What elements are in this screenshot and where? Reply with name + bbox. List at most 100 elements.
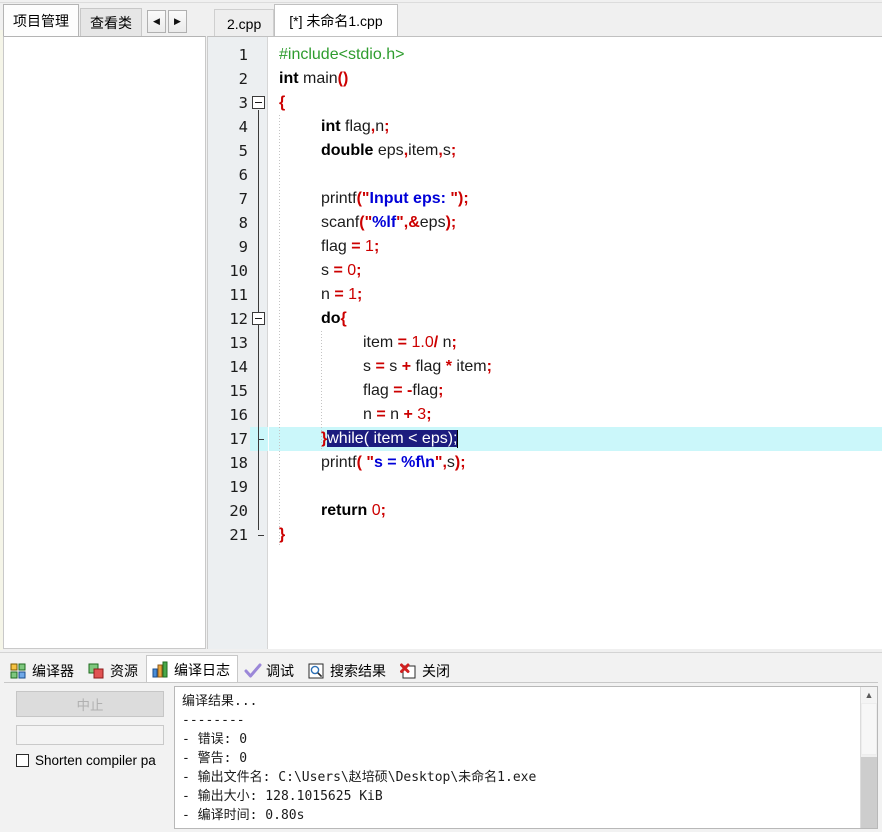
tab-nav-next-button[interactable]: ▶ [168,10,187,33]
line-number: 4 [238,118,248,136]
editor-tab-2cpp-label: 2.cpp [227,15,262,32]
code-line[interactable]: scanf("%lf",&eps); [321,211,456,235]
code-line[interactable]: int flag,n; [321,115,389,139]
bottom-tab-search-results[interactable]: 搜索结果 [302,658,394,683]
line-number: 19 [229,478,248,496]
bottom-tab-label: 关闭 [422,663,450,679]
code-line[interactable]: double eps,item,s; [321,139,456,163]
editor-fold-column [250,37,268,649]
line-number: 6 [238,166,248,184]
ide-window: 项目管理 查看类 ◀ ▶ 2.cpp [*] 未命名1.cpp 1 2 3 4 … [0,0,882,832]
code-token: " [450,190,458,207]
close-red-icon [400,663,417,680]
code-token: ; [357,286,363,303]
code-token: scanf [321,214,360,231]
code-token: n [363,406,377,423]
code-token: " [396,214,404,231]
tab-project-manager[interactable]: 项目管理 [3,4,79,37]
code-token: ; [356,262,362,279]
code-token: #include<stdio.h> [279,46,405,63]
code-editor[interactable]: 1 2 3 4 5 6 7 8 9 10 11 12 13 14 15 16 17 18 19 20 21 #inclu… [207,36,882,649]
code-token: printf [321,190,357,207]
code-token: ; [426,406,432,423]
bottom-panel-body: 中止 Shorten compiler pa 编译结果... -------- … [4,683,878,829]
code-line[interactable]: return 0; [321,499,386,523]
editor-code-area[interactable]: #include<stdio.h> int main(){int flag,n; d… [269,37,882,649]
bottom-tab-compile-log[interactable]: 编译日志 [146,655,238,683]
abort-button[interactable]: 中止 [16,691,164,717]
top-strip-divider [0,0,882,3]
code-token: = [351,238,361,255]
code-token: ; [486,358,492,375]
code-token: flag [412,382,439,399]
code-token: () [337,70,349,87]
code-line[interactable]: n = n + 3; [363,403,432,427]
code-line[interactable]: do{ [321,307,347,331]
fold-toggle-icon[interactable] [252,312,265,325]
shorten-compiler-paths-checkbox[interactable] [16,754,29,767]
code-line[interactable]: s = s + flag * item; [363,355,492,379]
code-token: Input eps: [369,190,451,207]
line-number: 11 [229,286,248,304]
bottom-tab-debug-check[interactable]: 调试 [238,658,302,683]
top-tab-strip: 项目管理 查看类 ◀ ▶ 2.cpp [*] 未命名1.cpp [0,0,882,37]
editor-tab-untitled1cpp-label: [*] 未命名1.cpp [289,13,383,29]
compile-log-box[interactable]: 编译结果... -------- - 错误: 0 - 警告: 0 - 输出文件名… [174,686,878,829]
bottom-dock-panel: 编译器 资源 编译日志 调试 搜索结果 关闭 中止 Shorten compil… [0,652,882,832]
compile-controls: 中止 Shorten compiler pa [4,686,170,829]
line-number: 7 [238,190,248,208]
code-line[interactable]: printf( "s = %f\n",s); [321,451,466,475]
bottom-tab-resources[interactable]: 资源 [82,658,146,683]
editor-tab-2cpp[interactable]: 2.cpp [214,9,275,37]
line-number: 17 [229,430,248,448]
fold-range-end [258,439,264,440]
code-token: flag [411,358,446,375]
code-token: n [321,286,335,303]
fold-toggle-icon[interactable] [252,96,265,109]
code-line[interactable]: { [279,91,285,115]
editor-tab-untitled1cpp[interactable]: [*] 未命名1.cpp [274,4,398,37]
code-line[interactable]: }while( item < eps); [321,427,458,451]
code-token: ; [450,214,457,231]
bottom-tab-label: 搜索结果 [330,663,386,679]
code-line[interactable]: s = 0; [321,259,361,283]
code-line[interactable]: item = 1.0/ n; [363,331,457,355]
code-token: int [279,70,299,87]
line-number: 21 [229,526,248,544]
code-token: n [438,334,452,351]
code-line[interactable]: flag = 1; [321,235,379,259]
code-line[interactable]: #include<stdio.h> [279,43,404,67]
code-token: s [363,358,376,375]
code-token: s [321,262,334,279]
scroll-up-arrow-icon[interactable]: ▲ [861,687,877,703]
scrollbar-track[interactable] [861,757,877,828]
code-token: " [361,190,370,207]
compile-log-scrollbar[interactable]: ▲ [860,687,877,828]
code-token: ; [384,118,390,135]
code-token: = [397,334,408,351]
tab-view-classes-label: 查看类 [90,15,132,31]
line-number: 13 [229,334,248,352]
project-manager-panel[interactable] [3,36,206,649]
debug-check-icon [244,663,262,680]
bottom-tab-close-red[interactable]: 关闭 [394,658,458,683]
selected-text[interactable]: while( item < eps); [327,430,458,447]
left-pane-tab-group: 项目管理 查看类 ◀ ▶ [3,4,189,37]
shorten-compiler-paths-row[interactable]: Shorten compiler pa [16,753,156,768]
code-token: ; [463,190,469,207]
line-number: 5 [238,142,248,160]
tab-view-classes[interactable]: 查看类 [80,8,142,37]
tab-nav-prev-button[interactable]: ◀ [147,10,166,33]
resources-icon [88,663,105,680]
code-token: 0 [371,502,381,519]
code-line[interactable]: flag = -flag; [363,379,444,403]
code-line[interactable]: int main() [279,67,348,91]
line-number: 8 [238,214,248,232]
code-token: 1.0 [411,334,434,351]
compiler-icon [10,663,27,680]
code-line[interactable]: n = 1; [321,283,362,307]
code-token: ; [380,502,386,519]
scrollbar-thumb[interactable] [861,703,877,755]
code-line[interactable]: printf("Input eps: "); [321,187,469,211]
bottom-tab-compiler[interactable]: 编译器 [4,658,82,683]
